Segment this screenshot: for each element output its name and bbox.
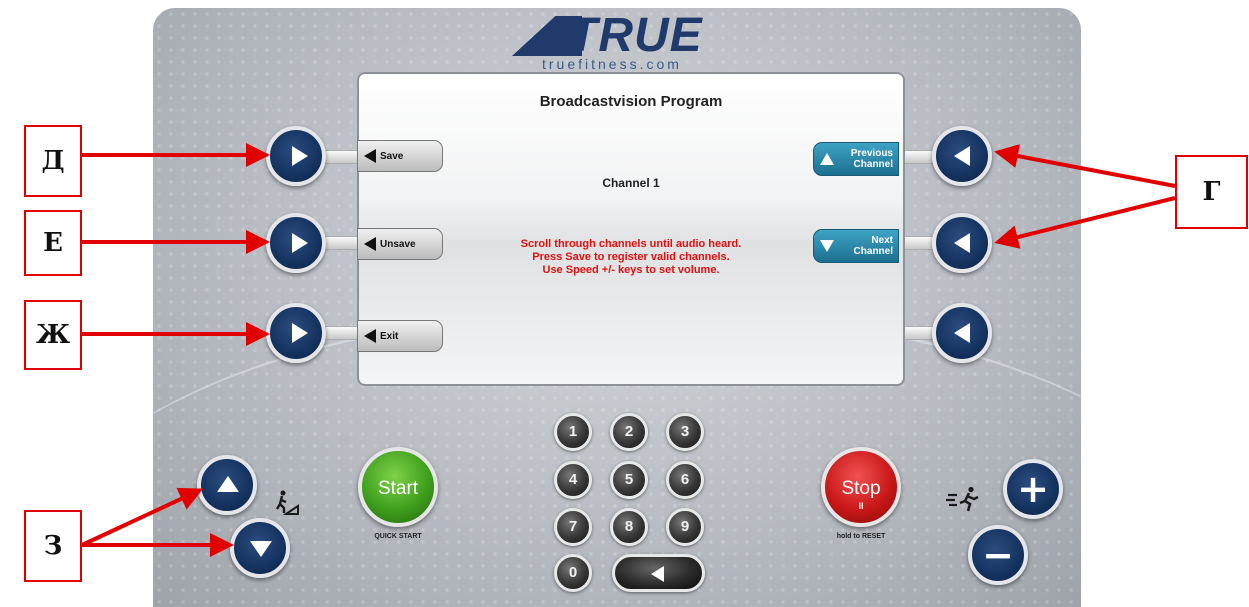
annotation-zh: Ж [24, 300, 82, 370]
annotation-z: З [24, 510, 82, 582]
annotation-e: Е [24, 210, 82, 276]
annotation-arrows [81, 143, 1176, 557]
arrow-z-upper [81, 487, 204, 547]
arrow-g-lower [994, 196, 1176, 249]
annotation-d: Д [24, 125, 82, 197]
arrow-g-upper [994, 144, 1176, 188]
annotation-g: Г [1175, 155, 1248, 229]
